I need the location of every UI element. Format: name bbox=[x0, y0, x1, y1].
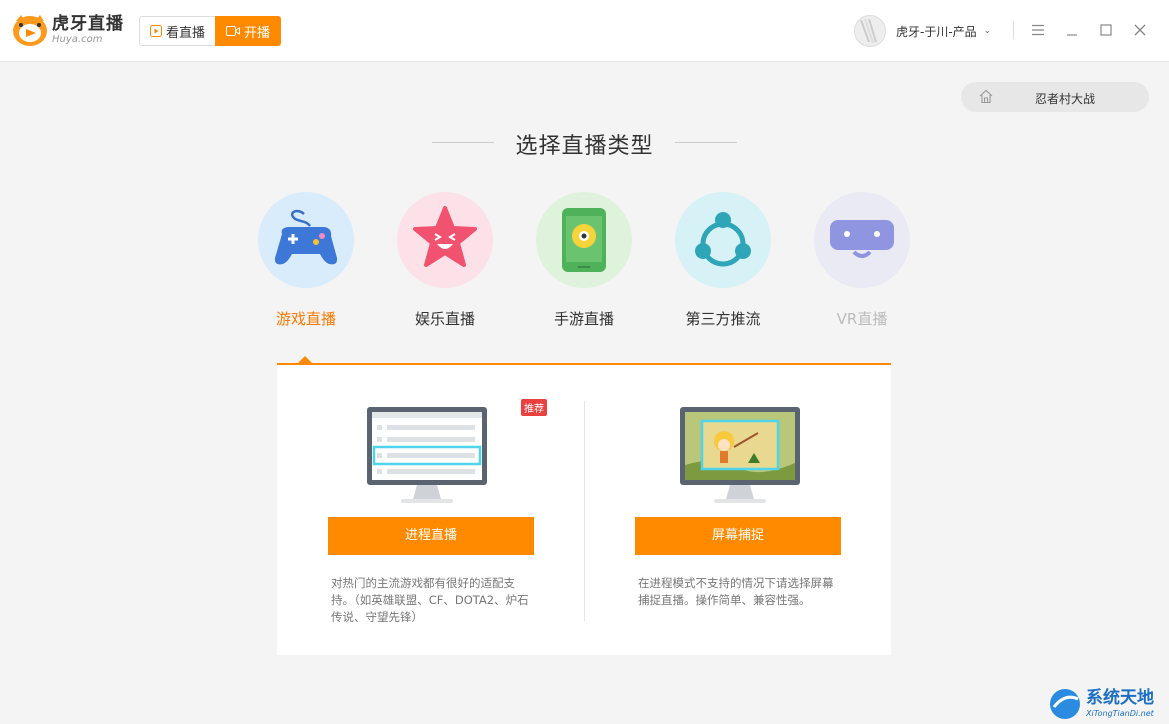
current-game-name: 忍者村大战 bbox=[1035, 92, 1096, 106]
toolbar-divider bbox=[1013, 21, 1014, 39]
process-monitor-illustration bbox=[367, 407, 487, 503]
user-name: 虎牙-于川-产品 bbox=[896, 24, 977, 39]
user-menu[interactable]: 虎牙-于川-产品 ⌄ bbox=[854, 15, 991, 47]
category-label: 手游直播 bbox=[553, 310, 614, 328]
options-divider bbox=[584, 401, 585, 621]
category-label: 第三方推流 bbox=[685, 310, 761, 328]
minimize-icon[interactable] bbox=[1062, 20, 1082, 40]
screen-monitor-illustration bbox=[680, 407, 800, 503]
watermark: 系统天地 XiTongTianDi.net bbox=[1048, 684, 1169, 724]
process-live-button[interactable]: 进程直播 bbox=[328, 517, 534, 555]
category-third-party-stream[interactable]: 第三方推流 bbox=[663, 192, 783, 329]
category-label: 游戏直播 bbox=[275, 310, 336, 328]
share-nodes-icon bbox=[675, 192, 771, 288]
mode-options-panel: 推荐 进程直播 对热门的主流游戏都有很好的适配支持。（如英雄联盟、CF、DOTA… bbox=[277, 363, 891, 655]
screen-description: 在进程模式不支持的情况下请选择屏幕捕捉直播。操作简单、兼容性强。 bbox=[638, 576, 834, 607]
category-vr-live[interactable]: VR直播 bbox=[802, 192, 922, 329]
gamepad-icon bbox=[258, 192, 354, 288]
maximize-icon[interactable] bbox=[1096, 20, 1116, 40]
app-logo: 虎牙直播 Huya.com bbox=[12, 13, 124, 47]
category-label: 娱乐直播 bbox=[414, 310, 475, 328]
active-tab-pointer bbox=[298, 356, 312, 363]
category-label: VR直播 bbox=[836, 310, 888, 328]
watermark-title: 系统天地 bbox=[1086, 688, 1154, 708]
play-icon bbox=[150, 25, 162, 37]
current-game-selector[interactable]: 忍者村大战 bbox=[961, 82, 1149, 112]
process-description: 对热门的主流游戏都有很好的适配支持。（如英雄联盟、CF、DOTA2、炉石传说、守… bbox=[331, 576, 529, 624]
avatar-image-icon bbox=[860, 18, 877, 44]
category-entertainment-live[interactable]: 娱乐直播 bbox=[385, 192, 505, 329]
home-icon bbox=[979, 89, 993, 104]
category-mobile-game-live[interactable]: 手游直播 bbox=[524, 192, 644, 329]
close-icon[interactable] bbox=[1130, 20, 1150, 40]
start-live-label: 开播 bbox=[244, 25, 271, 41]
menu-icon[interactable] bbox=[1028, 20, 1048, 40]
vr-headset-icon bbox=[814, 192, 910, 288]
logo-subtitle: Huya.com bbox=[52, 33, 103, 45]
camera-icon bbox=[226, 26, 241, 36]
screen-capture-button[interactable]: 屏幕捕捉 bbox=[635, 517, 841, 555]
watch-live-button[interactable]: 看直播 bbox=[139, 16, 216, 46]
watermark-subtitle: XiTongTianDi.net bbox=[1086, 709, 1154, 718]
start-live-button[interactable]: 开播 bbox=[215, 16, 282, 46]
tiger-logo-icon bbox=[13, 15, 47, 46]
chevron-down-icon: ⌄ bbox=[983, 26, 992, 36]
star-face-icon bbox=[397, 192, 493, 288]
heading-rule-right bbox=[675, 142, 737, 143]
category-game-live[interactable]: 游戏直播 bbox=[246, 192, 366, 329]
watermark-logo-icon bbox=[1050, 689, 1080, 719]
recommended-badge: 推荐 bbox=[521, 399, 547, 416]
logo-title: 虎牙直播 bbox=[52, 13, 124, 34]
page-title: 选择直播类型 bbox=[515, 134, 654, 159]
avatar bbox=[854, 15, 886, 47]
mode-switch: 看直播 开播 bbox=[139, 16, 282, 46]
phone-icon bbox=[536, 192, 632, 288]
title-bar: 虎牙直播 Huya.com 看直播 开播 虎牙-于川-产品 ⌄ bbox=[0, 0, 1169, 62]
watch-live-label: 看直播 bbox=[166, 25, 206, 41]
